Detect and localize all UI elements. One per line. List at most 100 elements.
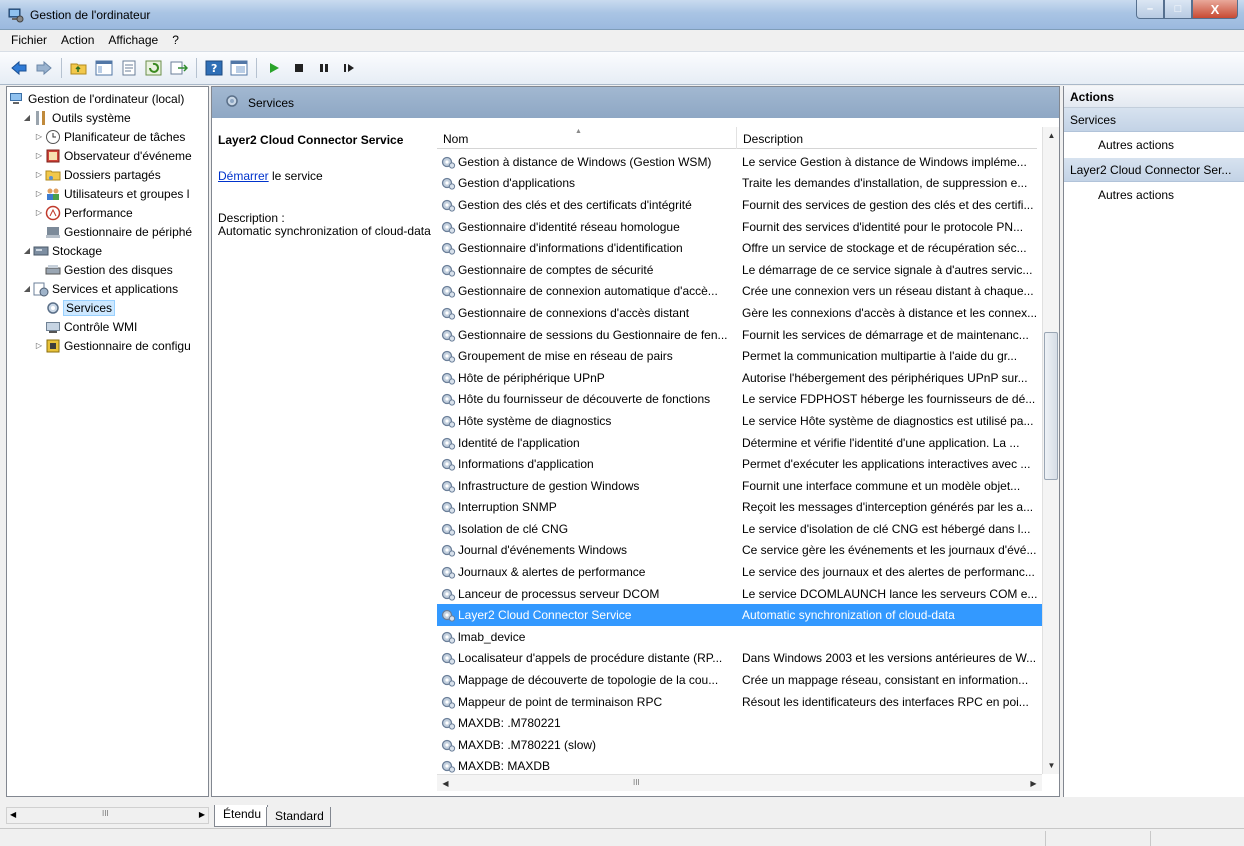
tab-etendu[interactable]: Étendu (214, 805, 269, 827)
service-row[interactable]: Gestionnaire de comptes de sécurité Le dé… (437, 259, 1042, 281)
service-row[interactable]: Identité de l'application Détermine et vé… (437, 432, 1042, 454)
service-row[interactable]: Layer2 Cloud Connector Service Automatic … (437, 604, 1042, 627)
action-other-actions-layer2[interactable]: Autres actions (1064, 182, 1244, 208)
play-icon[interactable] (263, 57, 285, 79)
users-icon (45, 186, 61, 202)
service-name: Gestionnaire d'identité réseau homologue (458, 219, 680, 234)
service-name-cell: Interruption SNMP (437, 499, 737, 515)
service-row[interactable]: MAXDB: .M780221 (437, 712, 1042, 734)
service-row[interactable]: Isolation de clé CNG Le service d'isolati… (437, 518, 1042, 540)
tree-item[interactable]: Services (33, 298, 116, 317)
tree-item[interactable]: Gestion de l'ordinateur (local) (9, 89, 184, 108)
tab-standard[interactable]: Standard (266, 807, 331, 827)
service-row[interactable]: Gestionnaire de connexion automatique d'… (437, 281, 1042, 303)
column-header-name[interactable]: ▲ Nom (437, 127, 737, 149)
resume-icon[interactable] (338, 57, 360, 79)
service-row[interactable]: MAXDB: .M780221 (slow) (437, 734, 1042, 756)
service-row[interactable]: Interruption SNMP Reçoit les messages d'i… (437, 497, 1042, 519)
service-row[interactable]: Gestion des clés et des certificats d'in… (437, 194, 1042, 216)
scroll-left-icon[interactable]: ◀ (437, 775, 454, 792)
service-name-cell: Gestionnaire de comptes de sécurité (437, 262, 737, 278)
tree-item[interactable]: Gestion des disques (33, 260, 173, 279)
service-row[interactable]: Hôte du fournisseur de découverte de fon… (437, 389, 1042, 411)
scroll-down-icon[interactable]: ▼ (1043, 757, 1059, 774)
stop-icon[interactable] (288, 57, 310, 79)
service-row[interactable]: Groupement de mise en réseau de pairs Per… (437, 345, 1042, 367)
service-name: Gestion des clés et des certificats d'in… (458, 197, 692, 212)
service-row[interactable]: Gestionnaire d'informations d'identifica… (437, 237, 1042, 259)
actions-group-services[interactable]: Services (1064, 108, 1244, 132)
collapsed-arrow-icon[interactable]: ▷ (33, 151, 45, 160)
tree-item[interactable]: ◢ Services et applications (21, 279, 178, 298)
collapsed-arrow-icon[interactable]: ▷ (33, 341, 45, 350)
tree-item[interactable]: ◢ Stockage (21, 241, 102, 260)
services-horizontal-scrollbar[interactable]: ◀ III ▶ (437, 774, 1042, 791)
properties-icon[interactable] (118, 57, 140, 79)
pause-icon[interactable] (313, 57, 335, 79)
tree-item-label: Performance (64, 205, 133, 220)
close-button[interactable]: X (1192, 0, 1238, 19)
tree-item[interactable]: ▷ Dossiers partagés (33, 165, 161, 184)
menu-fichier[interactable]: Fichier (4, 33, 54, 47)
service-name: Gestionnaire de connexion automatique d'… (458, 284, 718, 299)
expanded-arrow-icon[interactable]: ◢ (21, 246, 33, 255)
service-row[interactable]: Gestion à distance de Windows (Gestion W… (437, 151, 1042, 173)
back-icon[interactable] (8, 57, 30, 79)
service-row[interactable]: Gestionnaire de sessions du Gestionnaire… (437, 324, 1042, 346)
scroll-up-icon[interactable]: ▲ (1043, 127, 1059, 144)
service-row[interactable]: Gestion d'applications Traite les demande… (437, 173, 1042, 195)
service-row[interactable]: MAXDB: MAXDB (437, 756, 1042, 775)
service-row[interactable]: Mappeur de point de terminaison RPC Résou… (437, 691, 1042, 713)
tree-item[interactable]: ▷ Planificateur de tâches (33, 127, 185, 146)
menu-affichage[interactable]: Affichage (101, 33, 165, 47)
service-row[interactable]: Journal d'événements Windows Ce service g… (437, 540, 1042, 562)
service-row[interactable]: Localisateur d'appels de procédure dista… (437, 648, 1042, 670)
toolbar-separator (196, 58, 197, 78)
service-row[interactable]: Hôte de périphérique UPnP Autorise l'hébe… (437, 367, 1042, 389)
start-service-link[interactable]: Démarrer (218, 169, 269, 183)
service-row[interactable]: lmab_device (437, 626, 1042, 648)
service-row[interactable]: Informations d'application Permet d'exécu… (437, 453, 1042, 475)
service-row[interactable]: Hôte système de diagnostics Le service Hô… (437, 410, 1042, 432)
help-icon[interactable]: ? (203, 57, 225, 79)
collapsed-arrow-icon[interactable]: ▷ (33, 189, 45, 198)
tree-item[interactable]: ▷ Observateur d'événeme (33, 146, 192, 165)
minimize-button[interactable]: – (1136, 0, 1164, 19)
service-row[interactable]: Gestionnaire d'identité réseau homologue… (437, 216, 1042, 238)
service-row[interactable]: Infrastructure de gestion Windows Fournit… (437, 475, 1042, 497)
tree-item[interactable]: ▷ Performance (33, 203, 133, 222)
menu-help[interactable]: ? (165, 33, 186, 47)
services-vertical-scrollbar[interactable]: ▲ ▼ (1042, 127, 1059, 774)
service-row[interactable]: Gestionnaire de connexions d'accès dista… (437, 302, 1042, 324)
tree-item[interactable]: ▷ Utilisateurs et groupes l (33, 184, 189, 203)
service-row[interactable]: Lanceur de processus serveur DCOM Le serv… (437, 583, 1042, 605)
up-folder-icon[interactable] (68, 57, 90, 79)
collapsed-arrow-icon[interactable]: ▷ (33, 132, 45, 141)
expanded-arrow-icon[interactable]: ◢ (21, 284, 33, 293)
export-icon[interactable] (168, 57, 190, 79)
maximize-button[interactable]: □ (1164, 0, 1192, 19)
console-icon[interactable] (228, 57, 250, 79)
service-name-cell: Groupement de mise en réseau de pairs (437, 348, 737, 364)
service-row[interactable]: Mappage de découverte de topologie de la… (437, 669, 1042, 691)
scroll-thumb[interactable] (1044, 332, 1058, 480)
menu-action[interactable]: Action (54, 33, 101, 47)
scroll-right-icon[interactable]: ▶ (1025, 775, 1042, 792)
service-gear-icon (440, 175, 458, 191)
service-description: Le service Gestion à distance de Windows… (742, 154, 1027, 169)
action-other-actions-services[interactable]: Autres actions (1064, 132, 1244, 158)
actions-group-layer2[interactable]: Layer2 Cloud Connector Ser... (1064, 158, 1244, 182)
tree-item[interactable]: Contrôle WMI (33, 317, 137, 336)
collapsed-arrow-icon[interactable]: ▷ (33, 208, 45, 217)
refresh-icon[interactable] (143, 57, 165, 79)
service-row[interactable]: Journaux & alertes de performance Le serv… (437, 561, 1042, 583)
collapsed-arrow-icon[interactable]: ▷ (33, 170, 45, 179)
forward-icon[interactable] (33, 57, 55, 79)
expanded-arrow-icon[interactable]: ◢ (21, 113, 33, 122)
tree-item[interactable]: Gestionnaire de périphé (33, 222, 192, 241)
show-tree-icon[interactable] (93, 57, 115, 79)
tree-horizontal-scrollbar[interactable]: ◀ III ▶ (6, 807, 209, 824)
tree-item[interactable]: ▷ Gestionnaire de configu (33, 336, 191, 355)
tree-item[interactable]: ◢ Outils système (21, 108, 131, 127)
column-header-description[interactable]: Description (737, 127, 1037, 149)
